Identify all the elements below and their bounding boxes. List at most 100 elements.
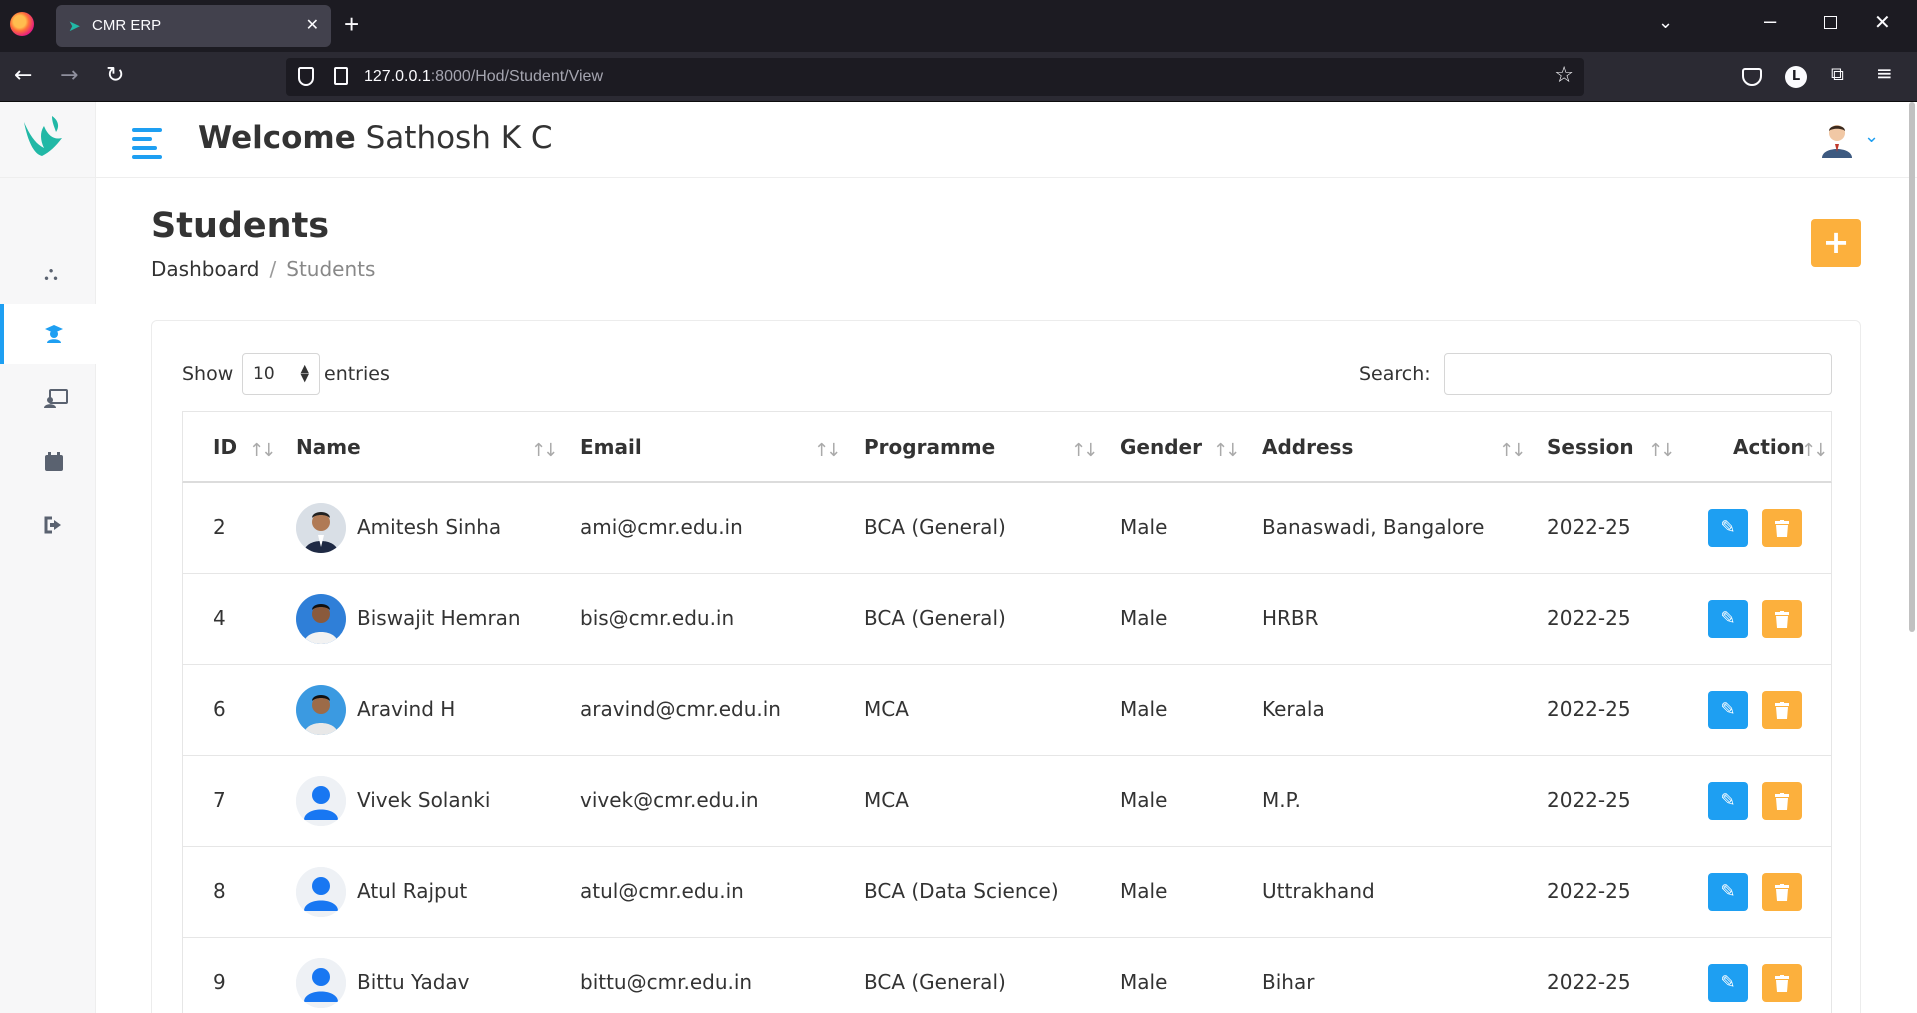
edit-button[interactable]: ✎ [1708, 509, 1748, 547]
cell-session: 2022-25 [1547, 606, 1631, 630]
search-input[interactable] [1444, 353, 1832, 395]
app-root: ⛬ Welcome Sathosh K C ⌄ Students Dashboa… [0, 102, 1917, 1013]
sort-icon[interactable]: ↑↓ [814, 440, 841, 461]
page-icon [334, 67, 348, 85]
delete-button[interactable] [1762, 509, 1802, 547]
brand-logo[interactable] [0, 102, 96, 178]
delete-button[interactable] [1762, 600, 1802, 638]
cell-gender: Male [1120, 879, 1168, 903]
pencil-icon: ✎ [1720, 790, 1736, 811]
sort-icon[interactable]: ↑↓ [1801, 440, 1828, 461]
cell-name: Biswajit Hemran [357, 606, 521, 630]
table-row: 2 Amitesh Sinha ami@cmr.edu.in BCA (Gene… [182, 483, 1832, 574]
account-avatar[interactable]: L [1785, 66, 1807, 88]
sign-out-icon [44, 515, 64, 538]
entries-label: entries [324, 363, 390, 385]
student-photo [296, 594, 346, 644]
cell-id: 6 [213, 697, 226, 721]
breadcrumb-dashboard[interactable]: Dashboard [151, 257, 260, 281]
bookmark-star-icon[interactable]: ☆ [1554, 63, 1574, 88]
cell-programme: BCA (General) [864, 515, 1006, 539]
sort-icon[interactable]: ↑↓ [1499, 440, 1526, 461]
url-path: :8000/Hod/Student/View [430, 68, 604, 85]
col-programme[interactable]: Programme [864, 435, 995, 459]
cell-email: bittu@cmr.edu.in [580, 970, 753, 994]
cell-name: Atul Rajput [357, 879, 468, 903]
table-row: 7 Vivek Solanki vivek@cmr.edu.in MCA Mal… [182, 756, 1832, 847]
sidebar-item-calendar[interactable] [0, 432, 96, 492]
col-address[interactable]: Address [1262, 435, 1353, 459]
sort-icon[interactable]: ↑↓ [531, 440, 558, 461]
edit-button[interactable]: ✎ [1708, 691, 1748, 729]
col-id[interactable]: ID [213, 435, 237, 459]
url-bar[interactable]: 127.0.0.1:8000/Hod/Student/View ☆ [286, 58, 1584, 96]
students-card: Show 10 ▲ ▼ entries Search: ID ↑↓ Name ↑↓… [151, 320, 1861, 1013]
restore-icon[interactable] [1824, 16, 1837, 29]
sidebar-item-logout[interactable] [0, 495, 96, 555]
new-tab-button[interactable]: + [344, 10, 359, 38]
users-icon: ⛬ [44, 261, 58, 285]
sort-icon[interactable]: ↑↓ [249, 440, 276, 461]
entries-value: 10 [253, 364, 275, 384]
cell-id: 8 [213, 879, 226, 903]
show-label: Show [182, 363, 234, 385]
delete-button[interactable] [1762, 782, 1802, 820]
col-gender[interactable]: Gender [1120, 435, 1202, 459]
extensions-icon[interactable]: ⧉ [1831, 64, 1844, 86]
cell-address: Uttrakhand [1262, 879, 1375, 903]
browser-tab[interactable]: ➤ CMR ERP ✕ [56, 5, 331, 47]
edit-button[interactable]: ✎ [1708, 873, 1748, 911]
student-photo [296, 503, 346, 553]
cell-programme: MCA [864, 788, 909, 812]
cell-email: atul@cmr.edu.in [580, 879, 744, 903]
delete-button[interactable] [1762, 964, 1802, 1002]
cell-email: aravind@cmr.edu.in [580, 697, 781, 721]
pencil-icon: ✎ [1720, 608, 1736, 629]
sidebar-item-students[interactable] [0, 304, 96, 364]
sort-icon[interactable]: ↑↓ [1213, 440, 1240, 461]
shield-icon[interactable] [298, 67, 314, 86]
cell-gender: Male [1120, 515, 1168, 539]
pencil-icon: ✎ [1720, 972, 1736, 993]
trash-icon [1775, 975, 1789, 992]
sidebar-item-teachers[interactable] [0, 369, 96, 429]
reload-icon[interactable]: ↻ [106, 63, 124, 89]
chevron-down-icon[interactable]: ⌄ [1658, 12, 1673, 33]
cell-id: 2 [213, 515, 226, 539]
edit-button[interactable]: ✎ [1708, 964, 1748, 1002]
cell-email: vivek@cmr.edu.in [580, 788, 759, 812]
table-row: 9 Bittu Yadav bittu@cmr.edu.in BCA (Gene… [182, 938, 1832, 1013]
forward-arrow-icon[interactable]: → [60, 63, 78, 89]
cell-gender: Male [1120, 697, 1168, 721]
menu-toggle-icon[interactable] [132, 128, 162, 164]
table-header: ID ↑↓ Name ↑↓ Email ↑↓ Programme ↑↓ Gend… [182, 411, 1832, 483]
edit-button[interactable]: ✎ [1708, 782, 1748, 820]
page-scrollbar[interactable] [1909, 102, 1915, 632]
entries-select[interactable]: 10 ▲ ▼ [242, 353, 320, 395]
sidebar-item-dashboard[interactable]: ⛬ [0, 243, 96, 303]
col-name[interactable]: Name [296, 435, 361, 459]
chevron-down-icon[interactable]: ⌄ [1864, 126, 1879, 147]
edit-button[interactable]: ✎ [1708, 600, 1748, 638]
minimize-icon[interactable]: – [1764, 8, 1776, 34]
cell-address: M.P. [1262, 788, 1301, 812]
col-session[interactable]: Session [1547, 435, 1634, 459]
delete-button[interactable] [1762, 691, 1802, 729]
url-text[interactable]: 127.0.0.1:8000/Hod/Student/View [364, 68, 603, 86]
trash-icon [1775, 611, 1789, 628]
user-avatar[interactable] [1820, 122, 1854, 158]
pencil-icon: ✎ [1720, 517, 1736, 538]
hamburger-menu-icon[interactable]: ≡ [1876, 62, 1893, 84]
cell-id: 7 [213, 788, 226, 812]
close-icon[interactable]: ✕ [306, 15, 319, 35]
back-arrow-icon[interactable]: ← [14, 63, 32, 89]
window-close-icon[interactable]: ✕ [1874, 10, 1891, 35]
col-email[interactable]: Email [580, 435, 642, 459]
sort-icon[interactable]: ↑↓ [1648, 440, 1675, 461]
delete-button[interactable] [1762, 873, 1802, 911]
cell-programme: BCA (General) [864, 970, 1006, 994]
add-student-button[interactable]: + [1811, 219, 1861, 267]
firefox-logo-icon [10, 12, 34, 36]
sort-icon[interactable]: ↑↓ [1071, 440, 1098, 461]
page-title: Students [151, 206, 330, 246]
